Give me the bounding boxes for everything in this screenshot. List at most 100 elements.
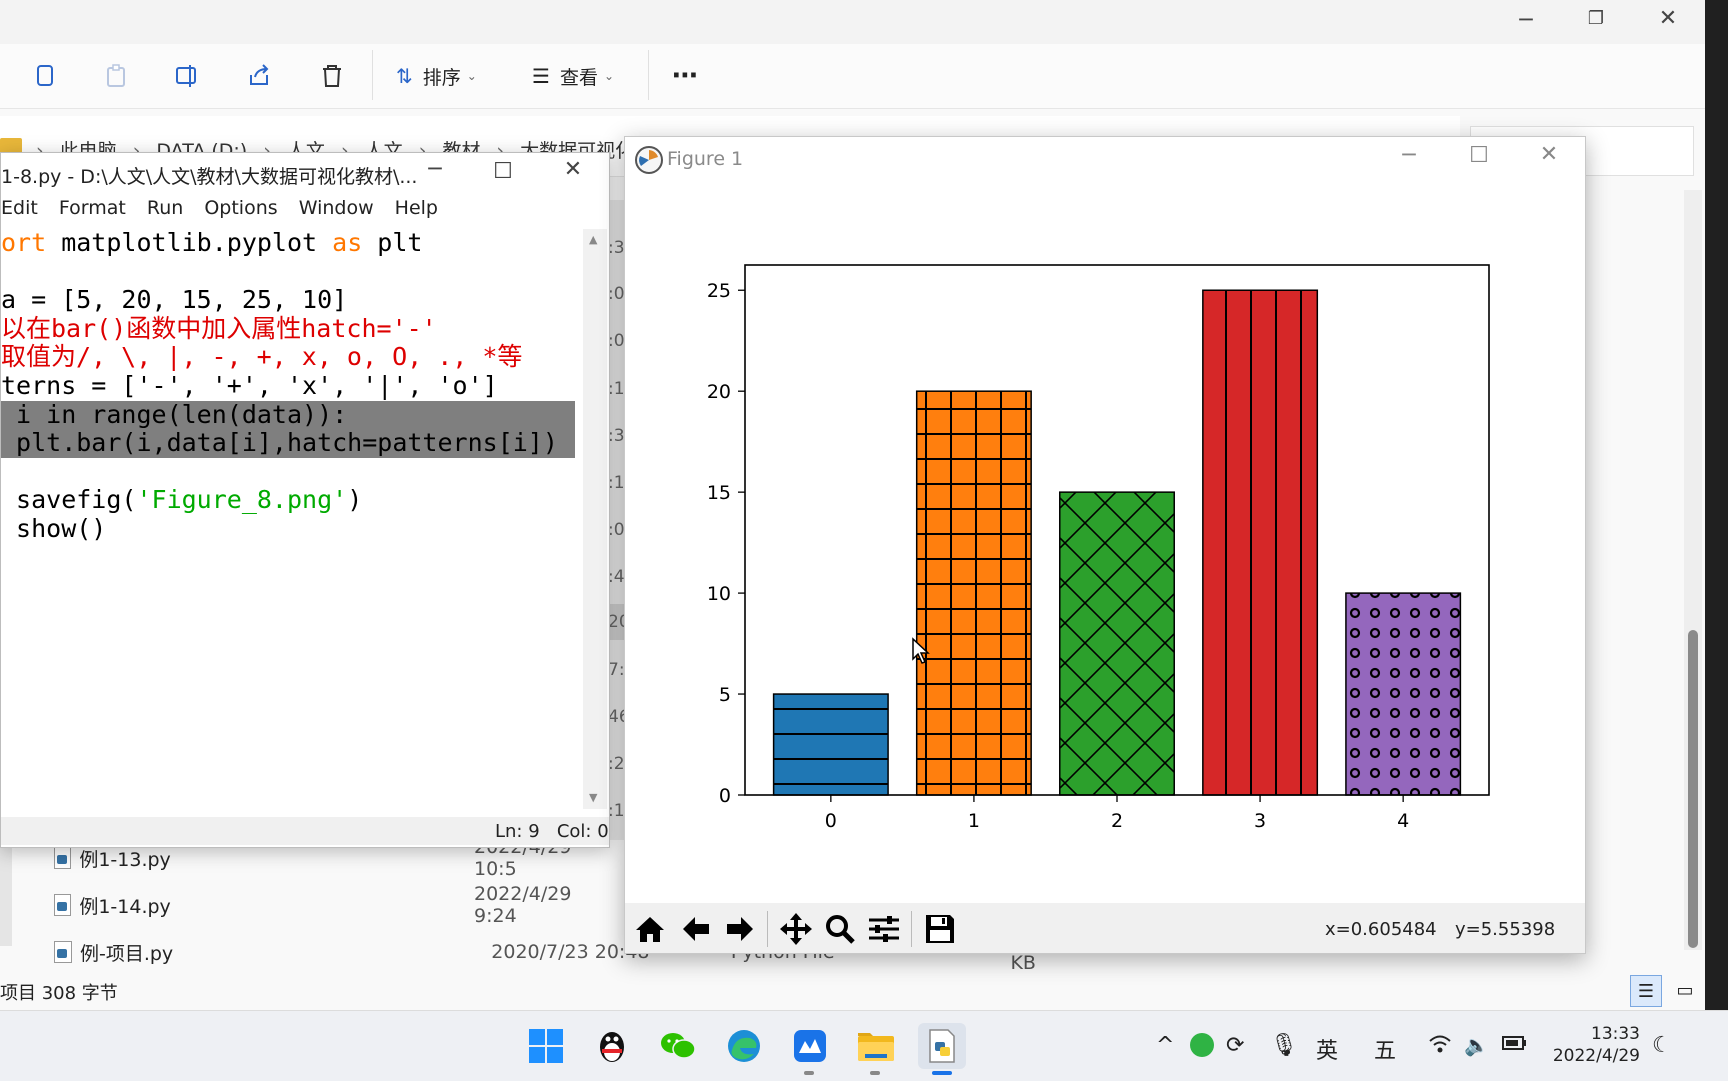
idle-titlebar: 1-8.py - D:\人文\人文\教材\大数据可视化教材\... ─ ☐ ✕ [1,153,609,193]
idle-menubar: Edit Format Run Options Window Help [1,197,453,227]
clipped-text: :1 [608,801,625,821]
minimize-icon[interactable]: ─ [415,157,455,182]
y-tick-label: 10 [707,583,731,605]
details-view-icon[interactable]: ☰ [1630,975,1662,1007]
selected-code-line: i in range(len(data)): [1,400,575,430]
rename-icon[interactable] [170,58,206,94]
item-count-text: 项目 308 字节 [0,983,118,1004]
nav-pane-edge [0,840,12,946]
cursor-x-readout: x=0.605484 [1325,919,1437,940]
menu-run[interactable]: Run [147,197,183,219]
more-options-icon[interactable]: ⋯ [672,61,698,91]
restore-icon[interactable]: ❐ [1576,8,1616,29]
clock[interactable]: 13:33 2022/4/29 [1550,1023,1640,1067]
python-file-icon [54,894,72,916]
python-file-icon [54,941,72,963]
battery-icon[interactable] [1502,1033,1528,1059]
clipped-text: :0 [608,520,625,540]
cursor-y-readout: y=5.55398 [1455,919,1556,940]
tiles-view-icon[interactable]: ▭ [1670,975,1700,1005]
zoom-icon[interactable] [821,911,859,947]
microphone-icon[interactable]: 🎙 [1270,1033,1298,1058]
view-label: 查看 [559,66,598,89]
wechat-icon[interactable] [654,1023,702,1069]
menu-window[interactable]: Window [299,197,374,219]
bar-hatch-4 [1345,592,1462,796]
close-icon[interactable]: ✕ [1529,142,1569,167]
y-tick-label: 0 [719,785,731,807]
toolbar-divider [372,50,373,100]
qq-icon[interactable] [588,1023,636,1069]
chevron-up-icon[interactable]: ^ [1156,1033,1174,1058]
figure-titlebar: Figure 1 ─ ☐ ✕ [625,137,1585,181]
view-button[interactable]: ☰ 查看 ⌄ [532,62,614,90]
menu-options[interactable]: Options [204,197,277,219]
comment-line: 取值为/, \, |, -, +, x, o, O, ., *等 [1,342,523,372]
figure-canvas[interactable]: 0 5 10 15 20 25 0 1 2 3 4 [625,183,1585,903]
code-editor[interactable]: ort matplotlib.pyplot as plt a = [5, 20,… [1,229,581,821]
paste-icon[interactable] [98,58,134,94]
menu-edit[interactable]: Edit [1,197,38,219]
scroll-down-icon[interactable]: ▼ [589,791,597,804]
share-icon[interactable] [242,58,278,94]
scroll-up-icon[interactable]: ▲ [589,233,597,246]
close-icon[interactable]: ✕ [553,157,593,182]
save-icon[interactable] [921,911,959,947]
running-indicator [804,1071,814,1075]
home-icon[interactable] [631,911,669,947]
maximize-icon[interactable]: ☐ [483,159,523,184]
meeting-app-icon[interactable] [786,1023,834,1069]
sort-icon: ⇅ [396,64,413,88]
chevron-down-icon: ⌄ [466,69,477,83]
edge-icon[interactable] [720,1023,768,1069]
y-tick-label: 20 [707,381,731,403]
code-line: show() [1,513,107,543]
ime-mode-indicator[interactable]: 五 [1374,1033,1396,1065]
start-button[interactable] [522,1023,570,1069]
keyword-token: as [332,229,363,257]
wifi-icon[interactable] [1428,1033,1452,1060]
ime-language-indicator[interactable]: 英 [1316,1033,1338,1065]
bar-hatch-1 [915,390,1032,796]
notification-icon[interactable]: ☾ [1652,1033,1672,1058]
copy-icon[interactable] [27,58,63,94]
bar-hatch-3 [1202,289,1319,796]
idle-scrollbar[interactable]: ▲ ▼ [583,229,607,809]
code-token: plt [362,229,423,257]
configure-subplots-icon[interactable] [865,911,903,947]
minimize-icon[interactable]: ─ [1506,8,1546,33]
pan-icon[interactable] [777,911,815,947]
x-tick-label: 1 [968,810,980,832]
menu-help[interactable]: Help [395,197,438,219]
minimize-icon[interactable]: ─ [1389,143,1429,168]
code-line: a = [5, 20, 15, 25, 10] [1,285,348,315]
matplotlib-figure-window: Figure 1 ─ ☐ ✕ 0 5 10 15 20 25 0 1 2 3 4 [624,136,1586,954]
volume-icon[interactable]: 🔈 [1464,1033,1489,1057]
sync-icon[interactable]: ⟳ [1226,1033,1244,1058]
tray-app-icon[interactable] [1190,1033,1214,1057]
keyword-token: ort [1,229,47,257]
python-idle-icon[interactable] [918,1023,966,1069]
explorer-status-bar: 项目 308 字节 ☰ ▭ [0,975,1705,1007]
explorer-scrollbar-thumb[interactable] [1688,630,1698,948]
active-indicator [932,1071,952,1075]
file-name: 例1-14.py [79,895,171,918]
comment-line: 以在bar()函数中加入属性hatch='-' [1,313,437,343]
x-tick-label: 2 [1111,810,1123,832]
file-date: 2022/4/29 9:24 [474,883,572,927]
chevron-down-icon: ⌄ [603,69,615,83]
maximize-icon[interactable]: ☐ [1459,143,1499,168]
back-arrow-icon[interactable] [677,911,715,947]
forward-arrow-icon[interactable] [721,911,759,947]
view-icon: ☰ [532,64,550,88]
close-icon[interactable]: ✕ [1648,6,1688,31]
file-row[interactable]: 例1-14.py 2022/4/29 9:24 [54,883,614,927]
idle-window-title: 1-8.py - D:\人文\人文\教材\大数据可视化教材\... [1,166,418,188]
code-token: savefig( [1,485,137,515]
toolbar-divider [767,911,768,947]
sort-button[interactable]: ⇅ 排序 ⌄ [396,62,477,90]
file-explorer-icon[interactable] [852,1023,900,1069]
menu-format[interactable]: Format [59,197,126,219]
clipped-text: :2 [608,754,625,774]
delete-icon[interactable] [314,58,350,94]
